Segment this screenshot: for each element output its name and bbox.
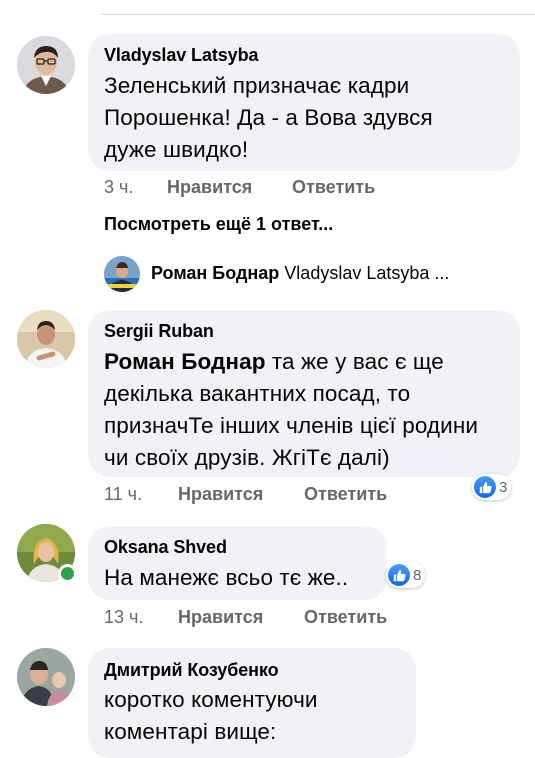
comment-text: Роман Боднар та же у вас є ще декілька в…	[104, 346, 478, 474]
avatar[interactable]	[17, 36, 75, 94]
reaction-count: 8	[413, 566, 422, 584]
comment-author[interactable]: Дмитрий Козубенко	[104, 660, 279, 681]
mention-link[interactable]: Роман Боднар	[104, 349, 266, 374]
comment-time[interactable]: 3 ч.	[104, 177, 133, 198]
reply-button[interactable]: Ответить	[304, 607, 387, 628]
reaction-badge[interactable]: 3	[472, 474, 512, 500]
reply-preview-text: Vladyslav Latsyba ...	[284, 263, 450, 283]
reply-button[interactable]: Ответить	[292, 177, 375, 198]
online-status-icon	[58, 564, 77, 583]
like-icon	[474, 476, 496, 498]
reaction-badge[interactable]: 8	[386, 562, 426, 588]
comment-text: Зеленський призначає кадри Порошенка! Да…	[104, 73, 433, 162]
like-icon	[388, 564, 410, 586]
like-button[interactable]: Нравится	[178, 484, 263, 505]
comment-author[interactable]: Vladyslav Latsyba	[104, 45, 258, 66]
reaction-count: 3	[499, 478, 508, 496]
comment-text: На манежє всьо тє же..	[104, 565, 349, 590]
top-divider	[100, 14, 535, 15]
avatar[interactable]	[17, 310, 75, 368]
like-button[interactable]: Нравится	[178, 607, 263, 628]
avatar[interactable]	[104, 256, 140, 292]
reply-preview-name[interactable]: Роман Боднар	[151, 263, 279, 283]
comment-time[interactable]: 11 ч.	[104, 484, 142, 505]
comment-author[interactable]: Oksana Shved	[104, 537, 227, 558]
view-more-replies-link[interactable]: Посмотреть ещё 1 ответ...	[104, 214, 333, 235]
reply-preview[interactable]: Роман Боднар Vladyslav Latsyba ...	[151, 263, 449, 284]
comment-author[interactable]: Sergii Ruban	[104, 321, 214, 342]
like-button[interactable]: Нравится	[167, 177, 252, 198]
comment-text: коротко коментуючи коментарі вище:	[104, 687, 318, 744]
avatar[interactable]	[17, 648, 75, 706]
comment-time[interactable]: 13 ч.	[104, 607, 143, 628]
reply-button[interactable]: Ответить	[304, 484, 387, 505]
